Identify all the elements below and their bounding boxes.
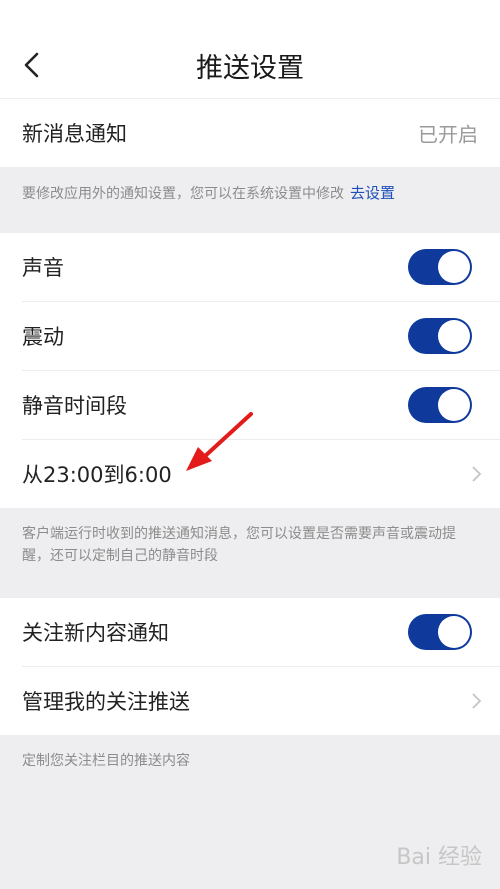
sound-toggle[interactable] <box>408 249 472 285</box>
push-note: 客户端运行时收到的推送通知消息，您可以设置是否需要声音或震动提醒，还可以定制自己… <box>0 508 500 598</box>
chevron-right-icon <box>470 692 482 710</box>
system-settings-note-text: 要修改应用外的通知设置，您可以在系统设置中修改 <box>22 186 344 202</box>
new-message-status: 已开启 <box>418 122 478 147</box>
follow-label: 关注新内容通知 <box>22 621 169 645</box>
quiet-period-toggle[interactable] <box>408 387 472 423</box>
sound-settings-card: 声音 震动 静音时间段 从23:00到6:00 <box>0 233 500 508</box>
header: 推送设置 <box>0 0 500 99</box>
vibration-toggle[interactable] <box>408 318 472 354</box>
push-settings-page: 推送设置 新消息通知 已开启 要修改应用外的通知设置，您可以在系统设置中修改 去设… <box>0 0 500 889</box>
vibration-label: 震动 <box>22 325 64 349</box>
vibration-row: 震动 <box>22 302 500 371</box>
manage-follow-row[interactable]: 管理我的关注推送 <box>22 667 500 735</box>
baidu-watermark: Bai 经验 <box>396 845 482 870</box>
chevron-right-icon <box>470 465 482 483</box>
quiet-period-label: 静音时间段 <box>22 394 127 418</box>
follow-note: 定制您关注栏目的推送内容 <box>0 735 500 772</box>
toggle-knob <box>438 251 470 283</box>
follow-toggle[interactable] <box>408 614 472 650</box>
system-settings-note: 要修改应用外的通知设置，您可以在系统设置中修改 去设置 <box>0 167 500 233</box>
follow-note-text: 定制您关注栏目的推送内容 <box>22 753 190 769</box>
toggle-knob <box>438 320 470 352</box>
follow-settings-card: 关注新内容通知 管理我的关注推送 <box>0 598 500 735</box>
toggle-knob <box>438 616 470 648</box>
go-settings-link[interactable]: 去设置 <box>350 184 395 202</box>
new-message-card: 新消息通知 已开启 <box>0 99 500 167</box>
sound-label: 声音 <box>22 256 64 280</box>
toggle-knob <box>438 389 470 421</box>
follow-row: 关注新内容通知 <box>22 598 500 667</box>
page-title: 推送设置 <box>196 53 304 84</box>
manage-follow-label: 管理我的关注推送 <box>22 690 190 714</box>
quiet-period-row: 静音时间段 <box>22 371 500 440</box>
new-message-row[interactable]: 新消息通知 已开启 <box>22 99 500 167</box>
push-note-text: 客户端运行时收到的推送通知消息，您可以设置是否需要声音或震动提醒，还可以定制自己… <box>22 526 456 564</box>
new-message-label: 新消息通知 <box>22 122 127 146</box>
quiet-time-label: 从23:00到6:00 <box>22 463 172 487</box>
quiet-time-row[interactable]: 从23:00到6:00 <box>22 440 500 508</box>
sound-row: 声音 <box>22 233 500 302</box>
